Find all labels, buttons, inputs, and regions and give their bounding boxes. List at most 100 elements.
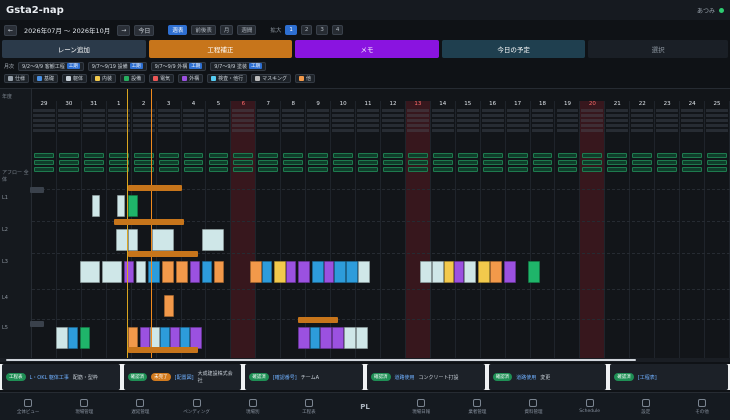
task-block[interactable] [160,327,170,349]
period-chip[interactable]: 9/7〜9/9 外構 工期 [150,61,207,71]
nav-item[interactable]: 現場別 [225,393,281,420]
legend-chip[interactable]: 躯体 [62,73,88,83]
task-block[interactable] [298,261,310,283]
task-label-pill[interactable] [128,347,198,353]
add-lane-button[interactable]: レーン追加 [2,40,146,58]
nav-item[interactable]: 工程表 [281,393,337,420]
zoom-chip[interactable]: 4 [331,25,344,35]
day-header[interactable]: 9 [306,101,330,107]
task-block[interactable] [274,261,286,283]
task-block[interactable] [180,327,190,349]
day-header[interactable]: 22 [630,101,654,107]
task-block[interactable] [80,327,90,349]
task-block[interactable] [454,261,464,283]
legend-chip[interactable]: 設備 [120,73,146,83]
memo-button[interactable]: メモ [295,40,439,58]
task-block[interactable] [332,327,344,349]
task-block[interactable] [310,327,320,349]
day-header[interactable]: 6 [231,101,255,107]
day-header[interactable]: 4 [182,101,206,107]
task-block[interactable] [358,261,370,283]
task-block[interactable] [190,327,202,349]
today-plan-button[interactable]: 今日の予定 [441,40,586,58]
scrollbar-thumb[interactable] [6,359,636,361]
day-header[interactable]: 3 [157,101,181,107]
nav-item[interactable]: 業者管理 [449,393,505,420]
day-header[interactable]: 23 [655,101,679,107]
day-header[interactable]: 12 [381,101,405,107]
task-block[interactable] [432,261,444,283]
task-block[interactable] [478,261,490,283]
legend-chip[interactable]: 基礎 [33,73,59,83]
view-chip[interactable]: 月 [219,25,234,35]
select-button[interactable]: 選択 [588,40,728,58]
task-block[interactable] [128,229,138,251]
day-header[interactable]: 19 [556,101,580,107]
horizontal-scrollbar[interactable] [0,358,730,362]
task-block[interactable] [202,261,212,283]
day-header[interactable]: 10 [331,101,355,107]
task-label-pill[interactable] [298,317,338,323]
legend-chip[interactable]: 他 [294,73,315,83]
day-header[interactable]: 7 [256,101,280,107]
legend-chip[interactable]: マスキング [251,73,291,83]
task-block[interactable] [202,229,224,251]
day-header[interactable]: 11 [356,101,380,107]
task-block[interactable] [286,261,296,283]
zoom-chip[interactable]: 3 [316,25,328,35]
task-card[interactable]: 確認済 未完了 [配置図] 大成建設株式会社 [123,364,242,390]
task-block[interactable] [92,195,100,217]
task-block[interactable] [128,195,138,217]
task-block[interactable] [324,261,334,283]
day-header[interactable]: 21 [605,101,629,107]
task-block[interactable] [136,261,146,283]
day-header[interactable]: 2 [132,101,156,107]
task-block[interactable] [528,261,540,283]
task-block[interactable] [490,261,502,283]
legend-chip[interactable]: 外構 [178,73,204,83]
day-header[interactable]: 5 [207,101,231,107]
task-block[interactable] [140,327,150,349]
task-block[interactable] [420,261,432,283]
period-chip[interactable]: 9/2〜9/9 客観工程 工期 [18,61,84,71]
task-card[interactable]: 確認済 [工程表] [610,364,729,390]
day-header[interactable]: 25 [705,101,729,107]
task-block[interactable] [148,261,160,283]
task-label-pill[interactable] [30,187,44,193]
day-header[interactable]: 31 [82,101,106,107]
nav-item[interactable]: 全体ビュー [0,393,56,420]
task-block[interactable] [250,261,262,283]
task-block[interactable] [356,327,368,349]
task-card[interactable]: 確認済 道路使用 コンクリート打設 [367,364,485,390]
task-block[interactable] [464,261,476,283]
task-block[interactable] [80,261,100,283]
task-block[interactable] [170,327,180,349]
nav-item[interactable]: その他 [674,393,730,420]
legend-chip[interactable]: 電気 [149,73,175,83]
nav-item[interactable]: 資料管理 [505,393,561,420]
task-block[interactable] [334,261,346,283]
task-card[interactable]: 確認済 道路使用 変更 [488,364,607,390]
zoom-chip[interactable]: 1 [285,25,297,35]
user-area[interactable]: あつみ [697,6,724,15]
task-block[interactable] [162,261,174,283]
task-label-pill[interactable] [114,219,184,225]
day-header[interactable]: 20 [580,101,604,107]
day-header[interactable]: 16 [481,101,505,107]
task-block[interactable] [346,261,358,283]
task-block[interactable] [504,261,516,283]
task-block[interactable] [56,327,68,349]
day-header[interactable]: 15 [456,101,480,107]
next-button[interactable]: → [117,24,131,36]
legend-chip[interactable]: 仕様 [4,73,30,83]
task-block[interactable] [262,261,272,283]
day-header[interactable]: 30 [57,101,81,107]
task-block[interactable] [117,195,125,217]
legend-chip[interactable]: 検査・他行 [207,73,248,83]
task-block[interactable] [128,327,138,349]
task-block[interactable] [320,327,332,349]
nav-item[interactable]: Schedule [562,393,618,420]
task-block[interactable] [102,261,122,283]
nav-item[interactable]: ペンディング [168,393,224,420]
nav-item[interactable]: 現場管理 [56,393,112,420]
